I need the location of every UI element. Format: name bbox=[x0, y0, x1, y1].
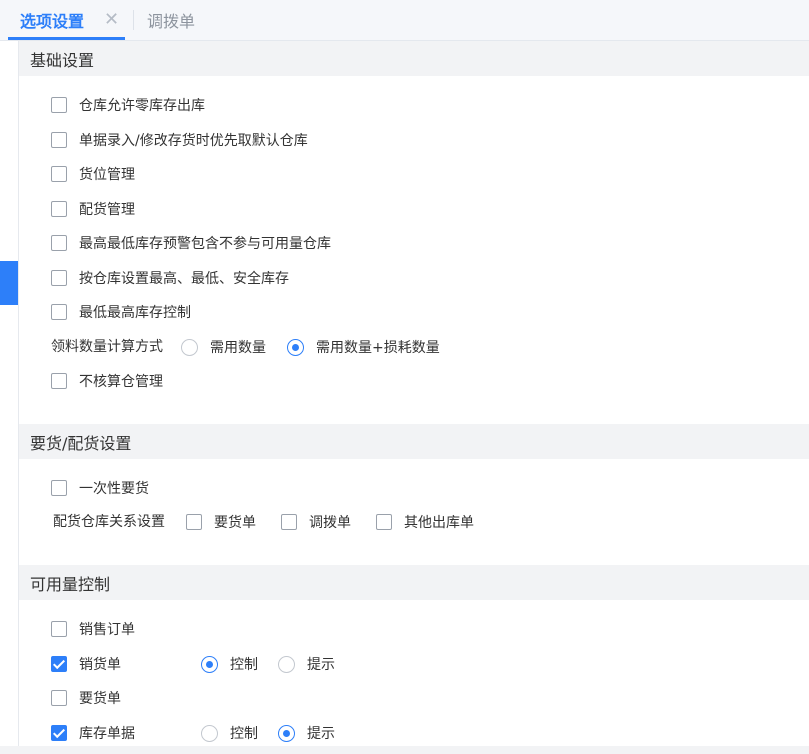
tab-divider bbox=[133, 10, 134, 30]
option-label: 按仓库设置最高、最低、安全库存 bbox=[79, 271, 289, 287]
active-tab-indicator bbox=[8, 37, 125, 40]
radio-button[interactable] bbox=[181, 338, 198, 356]
radio-label: 需用数量+损耗数量 bbox=[316, 340, 440, 356]
tab-label: 调拨单 bbox=[147, 12, 196, 31]
checkbox[interactable] bbox=[51, 621, 67, 637]
option-relation-requisition-order[interactable]: 要货单 bbox=[186, 512, 256, 532]
radio-inventory-control[interactable]: 控制 bbox=[201, 723, 258, 743]
option-no-warehouse-accounting[interactable]: 不核算仓管理 bbox=[51, 371, 163, 391]
option-label: 不核算仓管理 bbox=[79, 374, 163, 390]
option-allow-zero-stock-outbound[interactable]: 仓库允许零库存出库 bbox=[51, 95, 205, 115]
checkbox[interactable] bbox=[51, 132, 67, 148]
section-title: 要货/配货设置 bbox=[30, 433, 132, 453]
distribution-relation-label: 配货仓库关系设置 bbox=[53, 514, 165, 530]
option-relation-other-outbound[interactable]: 其他出库单 bbox=[376, 512, 474, 532]
checkbox[interactable] bbox=[51, 270, 67, 286]
radio-button[interactable] bbox=[201, 655, 218, 673]
option-min-max-stock-control[interactable]: 最低最高库存控制 bbox=[51, 302, 191, 322]
option-one-time-requisition[interactable]: 一次性要货 bbox=[51, 478, 149, 498]
side-divider bbox=[18, 41, 19, 754]
tab-transfer-order[interactable]: 调拨单 bbox=[147, 0, 195, 40]
tab-label: 选项设置 bbox=[20, 12, 85, 31]
option-sales-delivery[interactable]: 销货单 bbox=[51, 654, 121, 674]
radio-button[interactable] bbox=[278, 655, 295, 673]
checkbox[interactable] bbox=[51, 97, 67, 113]
option-label: 销货单 bbox=[79, 657, 121, 673]
option-stock-warning-include[interactable]: 最高最低库存预警包含不参与可用量仓库 bbox=[51, 233, 331, 253]
radio-label: 控制 bbox=[230, 657, 258, 673]
option-label: 要货单 bbox=[79, 691, 121, 707]
checkbox[interactable] bbox=[51, 304, 67, 320]
checkbox[interactable] bbox=[51, 235, 67, 251]
calc-method-label: 领料数量计算方式 bbox=[51, 339, 163, 355]
option-label: 仓库允许零库存出库 bbox=[79, 98, 205, 114]
checkbox[interactable] bbox=[51, 656, 67, 672]
option-sales-order[interactable]: 销售订单 bbox=[51, 619, 135, 639]
checkbox[interactable] bbox=[376, 514, 392, 530]
option-label: 调拨单 bbox=[309, 515, 351, 531]
option-relation-transfer-order[interactable]: 调拨单 bbox=[281, 512, 351, 532]
checkbox[interactable] bbox=[51, 373, 67, 389]
option-label: 货位管理 bbox=[79, 167, 135, 183]
option-label: 配货管理 bbox=[79, 202, 135, 218]
option-label: 要货单 bbox=[214, 515, 256, 531]
radio-sales-delivery-control[interactable]: 控制 bbox=[201, 654, 258, 674]
checkbox[interactable] bbox=[186, 514, 202, 530]
section-header-requisition: 要货/配货设置 bbox=[19, 424, 809, 459]
option-label: 单据录入/修改存货时优先取默认仓库 bbox=[79, 133, 308, 149]
radio-button[interactable] bbox=[278, 724, 295, 742]
close-icon[interactable]: ✕ bbox=[104, 9, 119, 30]
checkbox[interactable] bbox=[51, 690, 67, 706]
tab-options-settings[interactable]: 选项设置 ✕ bbox=[8, 0, 133, 40]
section-header-basic: 基础设置 bbox=[19, 41, 809, 76]
checkbox[interactable] bbox=[51, 480, 67, 496]
radio-label: 控制 bbox=[230, 726, 258, 742]
checkbox[interactable] bbox=[51, 201, 67, 217]
checkbox[interactable] bbox=[281, 514, 297, 530]
radio-button[interactable] bbox=[201, 724, 218, 742]
side-panel-handle[interactable] bbox=[0, 261, 18, 305]
option-label: 最高最低库存预警包含不参与可用量仓库 bbox=[79, 236, 331, 252]
option-distribution-management[interactable]: 配货管理 bbox=[51, 199, 135, 219]
radio-label: 需用数量 bbox=[210, 340, 266, 356]
radio-inventory-prompt[interactable]: 提示 bbox=[278, 723, 335, 743]
radio-button[interactable] bbox=[287, 338, 304, 356]
section-header-availability: 可用量控制 bbox=[19, 565, 809, 600]
section-title: 基础设置 bbox=[30, 50, 95, 70]
radio-sales-delivery-prompt[interactable]: 提示 bbox=[278, 654, 335, 674]
option-inventory-documents[interactable]: 库存单据 bbox=[51, 723, 135, 743]
option-label: 其他出库单 bbox=[404, 515, 474, 531]
option-label: 最低最高库存控制 bbox=[79, 305, 191, 321]
section-title: 可用量控制 bbox=[30, 574, 111, 594]
option-requisition-order[interactable]: 要货单 bbox=[51, 688, 121, 708]
option-location-management[interactable]: 货位管理 bbox=[51, 164, 135, 184]
option-default-warehouse-priority[interactable]: 单据录入/修改存货时优先取默认仓库 bbox=[51, 130, 308, 150]
radio-label: 提示 bbox=[307, 657, 335, 673]
option-label: 库存单据 bbox=[79, 726, 135, 742]
radio-required-plus-loss[interactable]: 需用数量+损耗数量 bbox=[287, 337, 440, 357]
checkbox[interactable] bbox=[51, 166, 67, 182]
option-label: 销售订单 bbox=[79, 622, 135, 638]
option-label: 一次性要货 bbox=[79, 481, 149, 497]
radio-required-quantity[interactable]: 需用数量 bbox=[181, 337, 266, 357]
option-stock-by-warehouse[interactable]: 按仓库设置最高、最低、安全库存 bbox=[51, 268, 289, 288]
radio-label: 提示 bbox=[307, 726, 335, 742]
bottom-scroll-area bbox=[0, 746, 809, 754]
checkbox[interactable] bbox=[51, 725, 67, 741]
tab-bar: 选项设置 ✕ 调拨单 bbox=[0, 0, 809, 41]
